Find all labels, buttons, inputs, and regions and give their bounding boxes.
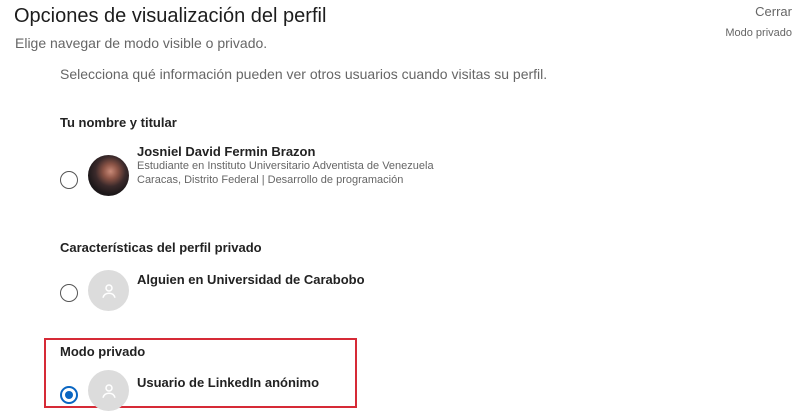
option-name: Josniel David Fermin Brazon bbox=[137, 144, 316, 159]
option-name: Usuario de LinkedIn anónimo bbox=[137, 375, 320, 390]
page-title: Opciones de visualización del perfil bbox=[14, 5, 327, 27]
avatar bbox=[88, 370, 129, 411]
section-title: Características del perfil privado bbox=[60, 240, 262, 255]
avatar bbox=[88, 270, 129, 311]
profile-photo-avatar bbox=[88, 155, 129, 196]
person-icon bbox=[101, 283, 116, 298]
option-name: Alguien en Universidad de Carabobo bbox=[137, 272, 365, 287]
radio-name-and-headline[interactable] bbox=[60, 171, 78, 189]
intro-text: Selecciona qué información pueden ver ot… bbox=[60, 66, 548, 82]
page-subtitle: Elige navegar de modo visible o privado. bbox=[15, 35, 268, 51]
section-title: Tu nombre y titular bbox=[60, 115, 177, 130]
person-icon bbox=[101, 383, 116, 398]
current-mode-label: Modo privado bbox=[725, 27, 792, 39]
option-headline: Estudiante en Instituto Universitario Ad… bbox=[137, 160, 434, 172]
radio-private-characteristics[interactable] bbox=[60, 284, 78, 302]
close-link[interactable]: Cerrar bbox=[755, 4, 792, 19]
section-title: Modo privado bbox=[60, 344, 146, 359]
option-location: Caracas, Distrito Federal | Desarrollo d… bbox=[137, 174, 404, 186]
radio-private-mode[interactable] bbox=[60, 386, 78, 404]
